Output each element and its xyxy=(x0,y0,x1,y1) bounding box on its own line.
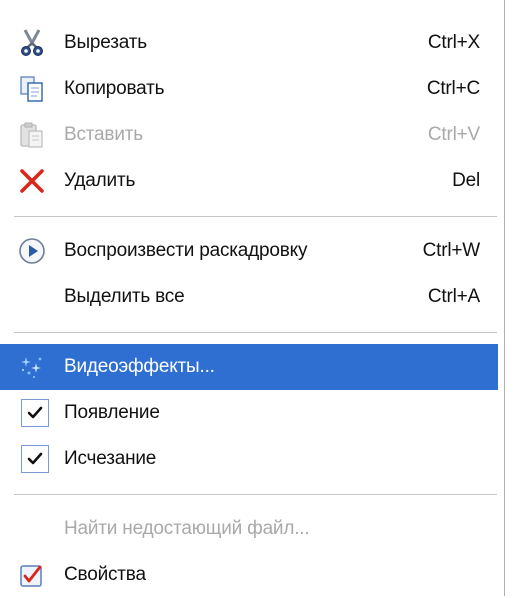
checkmark-icon xyxy=(21,399,49,427)
menu-separator xyxy=(14,494,497,495)
menu-item-properties[interactable]: Свойства xyxy=(0,552,504,598)
menu-item-paste: Вставить Ctrl+V xyxy=(0,112,504,158)
menu-item-label: Вставить xyxy=(64,124,143,145)
play-icon xyxy=(0,228,64,274)
menu-item-copy[interactable]: Копировать Ctrl+C xyxy=(0,66,504,112)
menu-item-label: Удалить xyxy=(64,170,136,191)
menu-item-delete[interactable]: Удалить Del xyxy=(0,158,504,204)
checkmark-icon xyxy=(21,445,49,473)
menu-item-shortcut: Ctrl+A xyxy=(427,286,480,307)
scissors-icon xyxy=(0,20,64,66)
menu-item-shortcut: Ctrl+W xyxy=(422,240,481,261)
sparkle-effects-icon xyxy=(0,344,64,390)
menu-item-find-missing-file: Найти недостающий файл... xyxy=(0,506,504,552)
menu-item-label: Свойства xyxy=(64,564,146,585)
delete-x-icon xyxy=(0,158,64,204)
menu-item-label: Выделить все xyxy=(64,286,185,307)
menu-separator xyxy=(14,216,497,217)
menu-item-fade-out[interactable]: Исчезание xyxy=(0,436,504,482)
menu-item-label: Вырезать xyxy=(64,32,147,53)
menu-item-label: Воспроизвести раскадровку xyxy=(64,240,308,261)
menu-item-label: Исчезание xyxy=(64,448,157,469)
menu-item-select-all[interactable]: Выделить все Ctrl+A xyxy=(0,274,504,320)
menu-item-shortcut: Ctrl+X xyxy=(427,32,480,53)
menu-item-shortcut: Ctrl+C xyxy=(426,78,480,99)
copy-icon xyxy=(0,66,64,112)
menu-item-fade-in[interactable]: Появление xyxy=(0,390,504,436)
menu-item-label: Найти недостающий файл... xyxy=(64,518,310,539)
menu-item-shortcut: Ctrl+V xyxy=(427,124,480,145)
menu-item-label: Копировать xyxy=(64,78,165,99)
menu-item-video-effects[interactable]: Видеоэффекты... xyxy=(0,344,498,390)
menu-item-play-storyboard[interactable]: Воспроизвести раскадровку Ctrl+W xyxy=(0,228,504,274)
menu-item-label: Появление xyxy=(64,402,160,423)
menu-item-shortcut: Del xyxy=(452,170,480,191)
menu-item-cut[interactable]: Вырезать Ctrl+X xyxy=(0,20,504,66)
paste-icon xyxy=(0,112,64,158)
properties-checkbox-icon xyxy=(0,552,64,598)
menu-item-label: Видеоэффекты... xyxy=(64,356,215,377)
context-menu: Вырезать Ctrl+X Копировать Ctrl+C Встави… xyxy=(0,0,505,596)
menu-separator xyxy=(14,332,497,333)
